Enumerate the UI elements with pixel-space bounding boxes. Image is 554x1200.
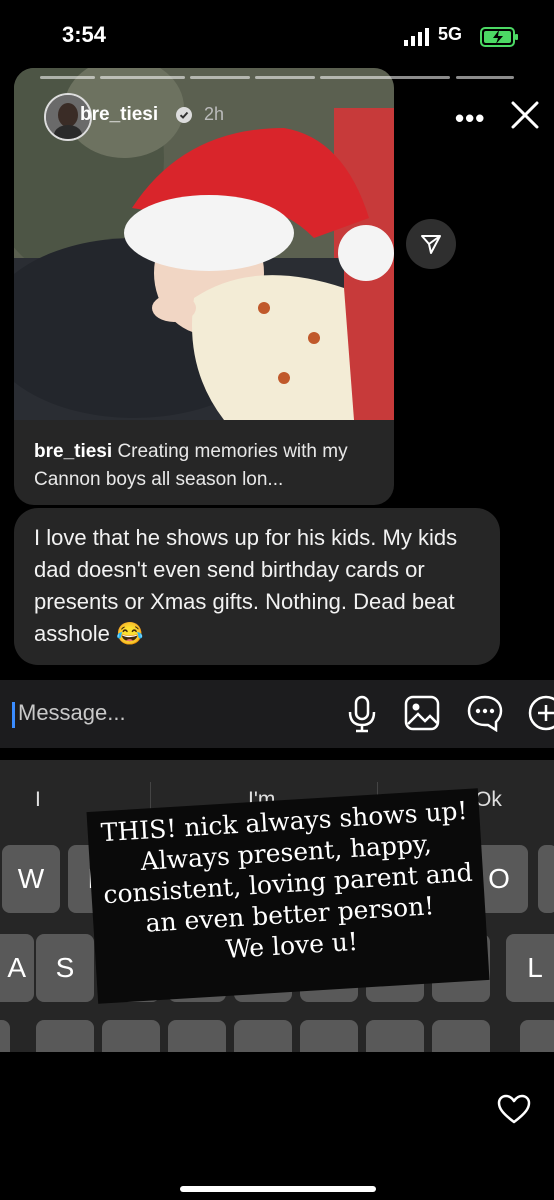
share-icon[interactable] <box>406 219 456 269</box>
story-progress-segment <box>100 76 185 79</box>
message-input[interactable]: Message... <box>18 700 126 726</box>
signal-icon <box>404 28 434 51</box>
story-progress-segment <box>190 76 250 79</box>
key-p[interactable] <box>538 845 554 913</box>
battery-icon <box>480 27 520 52</box>
network-label: 5G <box>438 24 463 44</box>
key-w[interactable]: W <box>2 845 60 913</box>
story-progress-segment <box>40 76 95 79</box>
add-icon[interactable] <box>527 694 554 737</box>
story-age: 2h <box>204 104 225 124</box>
close-icon[interactable] <box>510 100 540 135</box>
key-l[interactable]: L <box>506 934 554 1002</box>
story-caption: bre_tiesi Creating memories with my Cann… <box>34 438 384 494</box>
caption-username: bre_tiesi <box>34 441 113 462</box>
story-username[interactable]: bre_tiesi <box>80 104 158 126</box>
mic-icon[interactable] <box>346 694 378 739</box>
story-progress-segment <box>456 76 514 79</box>
more-icon[interactable]: ••• <box>455 103 485 134</box>
key-s[interactable]: S <box>36 934 94 1002</box>
sticker-icon[interactable] <box>466 694 504 737</box>
story-progress-segment <box>255 76 315 79</box>
suggestion-1[interactable]: I <box>35 788 41 812</box>
status-time: 3:54 <box>62 22 107 47</box>
text-sticker[interactable]: THIS! nick always shows up! Always prese… <box>88 794 489 973</box>
verified-badge-icon <box>176 107 192 128</box>
home-indicator[interactable] <box>180 1186 376 1192</box>
story-progress-segment <box>320 76 450 79</box>
heart-icon[interactable] <box>497 1094 531 1129</box>
gallery-icon[interactable] <box>403 694 441 737</box>
text-cursor <box>12 702 15 728</box>
keyboard-mask <box>0 1052 554 1200</box>
reply-message-text: I love that he shows up for his kids. My… <box>34 525 458 646</box>
key-a[interactable]: A <box>0 934 34 1002</box>
